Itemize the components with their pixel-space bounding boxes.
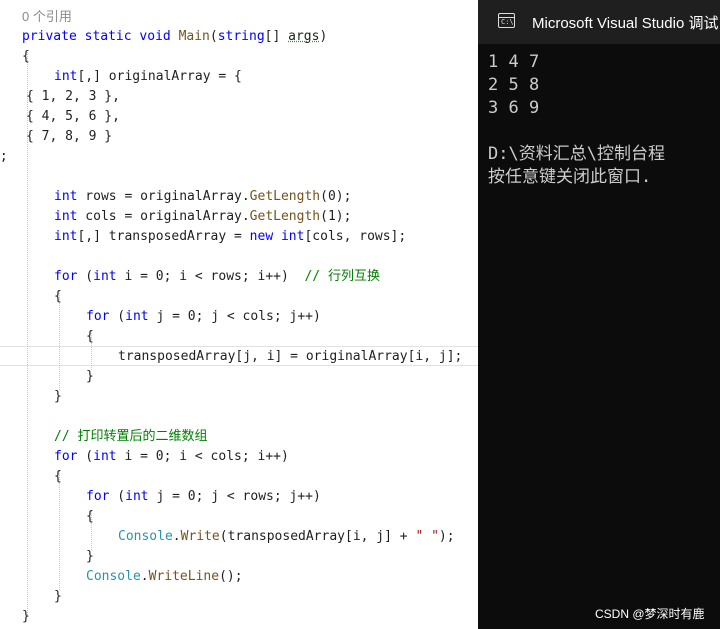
console-title-bar[interactable]: C:\ Microsoft Visual Studio 调试	[478, 0, 720, 44]
code-line-18: // 打印转置后的二维数组	[54, 429, 208, 444]
code-line-22: {	[86, 509, 94, 524]
console-output-line: 3 6 9	[488, 98, 540, 118]
code-line-3: int[,] originalArray = {	[54, 69, 242, 84]
code-line-2: {	[22, 49, 30, 64]
code-line-10: int[,] transposedArray = new int[cols, r…	[54, 229, 407, 244]
console-window-title: Microsoft Visual Studio 调试	[532, 15, 719, 32]
code-line-13: for (int j = 0; j < cols; j++)	[86, 309, 321, 324]
code-line-17: }	[54, 389, 62, 404]
code-line-6: { 7, 8, 9 }	[26, 129, 113, 144]
code-editor[interactable]: 0 个引用 private static void Main(string[] …	[0, 0, 480, 629]
code-line-4: { 1, 2, 3 },	[26, 89, 120, 104]
code-line-12: {	[54, 289, 62, 304]
code-line-8: int rows = originalArray.GetLength(0);	[54, 189, 352, 204]
code-line-11: for (int i = 0; i < rows; i++) // 行列互换	[54, 269, 380, 284]
code-line-1: private static void Main(string[] args)	[22, 29, 328, 44]
code-line-27: }	[22, 609, 30, 624]
console-press-key-prompt: 按任意键关闭此窗口.	[488, 167, 652, 187]
code-line-23: Console.Write(transposedArray[i, j] + " …	[118, 529, 455, 544]
code-line-9: int cols = originalArray.GetLength(1);	[54, 209, 352, 224]
code-line-7: };	[0, 149, 8, 164]
console-exit-path-line: D:\资料汇总\控制台程	[488, 144, 665, 164]
code-line-19: for (int i = 0; i < cols; i++)	[54, 449, 289, 464]
code-line-25: Console.WriteLine();	[86, 569, 243, 584]
code-line-26: }	[54, 589, 62, 604]
console-app-icon: C:\	[498, 13, 515, 28]
code-line-5: { 4, 5, 6 },	[26, 109, 120, 124]
code-line-24: }	[86, 549, 94, 564]
indent-guide	[59, 470, 60, 590]
debug-console-window[interactable]: C:\ Microsoft Visual Studio 调试 1 4 7 2 5…	[478, 0, 720, 629]
console-output-line: 2 5 8	[488, 75, 540, 95]
code-line-15: transposedArray[j, i] = originalArray[i,…	[118, 349, 463, 364]
console-output-line: 1 4 7	[488, 52, 540, 72]
code-line-20: {	[54, 469, 62, 484]
code-line-21: for (int j = 0; j < rows; j++)	[86, 489, 321, 504]
code-line-16: }	[86, 369, 94, 384]
watermark: CSDN @梦深时有鹿	[595, 607, 705, 621]
code-line-14: {	[86, 329, 94, 344]
reference-count-codelens[interactable]: 0 个引用	[22, 7, 72, 27]
